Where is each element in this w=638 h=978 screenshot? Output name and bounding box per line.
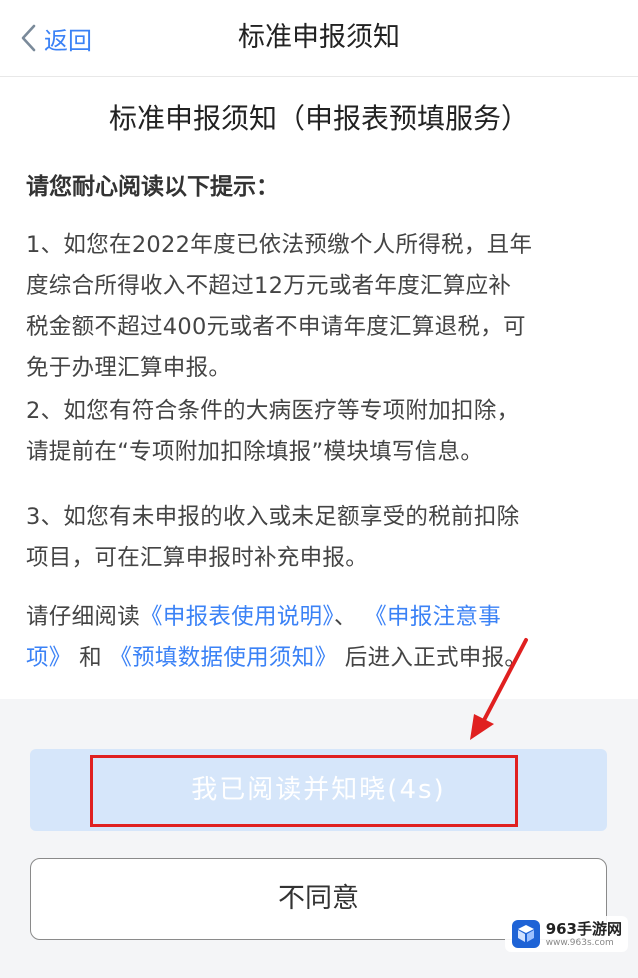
document-title: 标准申报须知（申报表预填服务） — [108, 102, 529, 135]
instructions-line-1: 请仔细阅读《申报表使用说明》、 《申报注意事 — [26, 597, 616, 638]
notice-item-2: 2、如您有符合条件的大病医疗等专项附加扣除， 请提前在“专项附加扣除填报”模块填… — [26, 391, 616, 473]
notice-line: 3、如您有未申报的收入或未足额享受的税前扣除 — [26, 504, 520, 530]
notice-line: 免于办理汇算申报。 — [26, 355, 232, 381]
nav-bar: 返回 标准申报须知 — [0, 0, 638, 77]
instructions-prefix: 请仔细阅读 — [26, 604, 141, 630]
annotation-arrow-icon — [470, 638, 528, 740]
notice-line: 税金额不超过400元或者不申请年度汇算退税，可 — [26, 314, 526, 340]
notice-line: 2、如您有符合条件的大病医疗等专项附加扣除， — [26, 398, 520, 424]
cube-logo-icon — [511, 920, 540, 948]
declaration-notes-link[interactable]: 《申报注意事 — [364, 604, 501, 630]
notice-item-1: 1、如您在2022年度已依法预缴个人所得税，且年 度综合所得收入不超过12万元或… — [26, 225, 616, 389]
watermark-url: www.963s.com — [545, 937, 614, 948]
notice-line: 项目，可在汇算申报时补充申报。 — [26, 545, 369, 571]
annotation-highlight-box — [90, 755, 518, 827]
conjunction: 和 — [79, 645, 102, 671]
notice-item-3: 3、如您有未申报的收入或未足额享受的税前扣除 项目，可在汇算申报时补充申报。 — [26, 497, 616, 579]
notice-content: 标准申报须知（申报表预填服务） 请您耐心阅读以下提示： 1、如您在2022年度已… — [0, 77, 638, 699]
prefill-data-notice-link[interactable]: 《预填数据使用须知》 — [109, 645, 337, 671]
usage-guide-link[interactable]: 《申报表使用说明》 — [140, 604, 334, 630]
notice-line: 1、如您在2022年度已依法预缴个人所得税，且年 — [26, 232, 533, 258]
declaration-notes-link-cont[interactable]: 项》 — [26, 645, 72, 671]
notice-line: 度综合所得收入不超过12万元或者年度汇算应补 — [26, 273, 512, 299]
site-watermark: 963手游网 www.963s.com — [504, 916, 628, 952]
notice-line: 请提前在“专项附加扣除填报”模块填写信息。 — [26, 439, 484, 465]
page-title: 标准申报须知 — [238, 22, 400, 53]
watermark-name: 963手游网 — [545, 919, 622, 938]
intro-text: 请您耐心阅读以下提示： — [26, 174, 279, 200]
separator: 、 — [333, 604, 357, 630]
